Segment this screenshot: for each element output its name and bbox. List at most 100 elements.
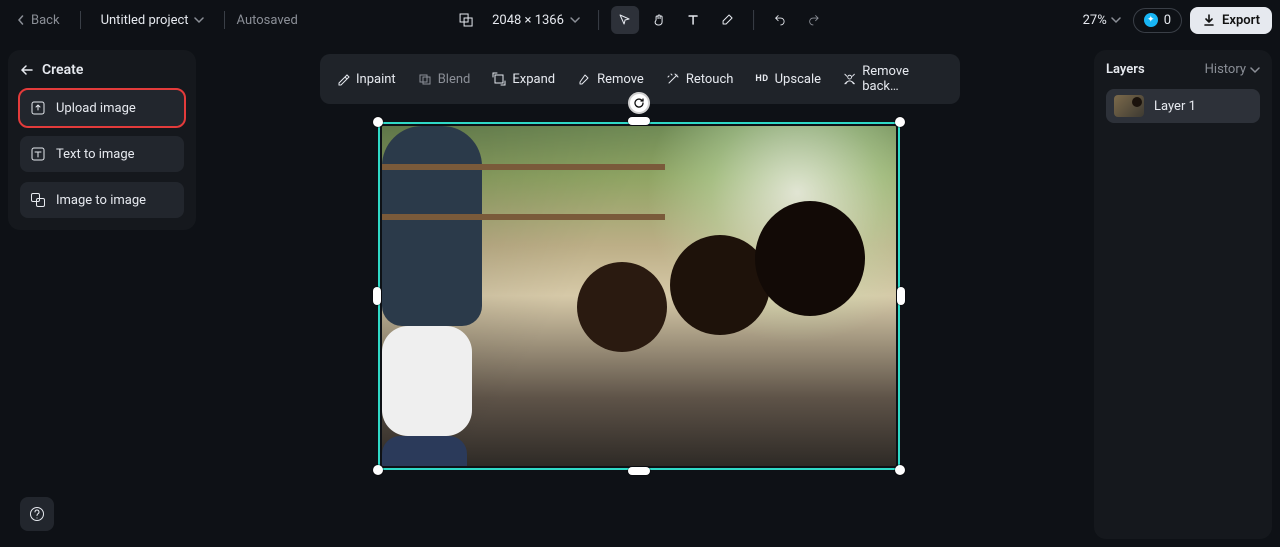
blend-icon — [418, 72, 432, 86]
resize-handle-tl[interactable] — [373, 117, 383, 127]
canvas[interactable] — [378, 122, 900, 470]
remove-bg-icon — [843, 72, 856, 86]
history-button[interactable]: History — [1205, 62, 1260, 77]
divider — [598, 10, 599, 30]
eraser-icon — [577, 72, 591, 86]
credits-value: 0 — [1164, 13, 1171, 28]
chevron-left-icon — [16, 15, 26, 25]
chevron-down-icon — [1250, 65, 1260, 75]
divider — [753, 10, 754, 30]
back-arrow-icon[interactable] — [20, 63, 34, 77]
download-icon — [1202, 13, 1216, 27]
layer-thumbnail — [1114, 95, 1144, 117]
photo-shape — [382, 436, 467, 466]
tool-remove-background[interactable]: Remove back… — [833, 58, 954, 100]
layers-header: Layers History — [1106, 62, 1260, 77]
tool-label: Upscale — [775, 72, 821, 87]
history-label: History — [1205, 62, 1246, 77]
resize-canvas-button[interactable] — [452, 6, 480, 34]
tool-label: Inpaint — [356, 72, 396, 87]
tool-upscale[interactable]: HD Upscale — [745, 66, 831, 93]
create-item-label: Upload image — [56, 101, 136, 116]
divider — [80, 11, 81, 29]
image-to-image-icon — [30, 192, 46, 208]
photo-shape — [382, 126, 482, 326]
create-item-text-to-image[interactable]: Text to image — [20, 136, 184, 172]
brush-tool-button[interactable] — [713, 6, 741, 34]
layer-row[interactable]: Layer 1 — [1106, 89, 1260, 123]
resize-handle-mt[interactable] — [628, 117, 650, 125]
divider — [224, 11, 225, 29]
upload-image-icon — [30, 100, 46, 116]
photo-shape — [755, 201, 865, 316]
hd-icon: HD — [755, 74, 768, 84]
tool-remove[interactable]: Remove — [567, 66, 654, 93]
create-item-label: Text to image — [56, 147, 135, 162]
resize-handle-mr[interactable] — [897, 287, 905, 305]
topbar-right: 27% ✦ 0 Export — [1079, 7, 1272, 34]
credits-icon: ✦ — [1144, 13, 1158, 27]
help-button[interactable] — [20, 497, 54, 531]
undo-icon — [773, 13, 787, 27]
credits-button[interactable]: ✦ 0 — [1133, 8, 1182, 33]
layers-panel: Layers History Layer 1 — [1094, 50, 1272, 539]
create-item-upload-image[interactable]: Upload image — [20, 90, 184, 126]
layer-image[interactable] — [382, 126, 896, 466]
layers-title: Layers — [1106, 62, 1145, 77]
resize-handle-tr[interactable] — [895, 117, 905, 127]
zoom-button[interactable]: 27% — [1079, 13, 1125, 28]
text-tool-button[interactable] — [679, 6, 707, 34]
tool-expand[interactable]: Expand — [482, 66, 565, 93]
hand-tool-button[interactable] — [645, 6, 673, 34]
create-title: Create — [42, 62, 83, 78]
tool-label: Expand — [512, 72, 555, 87]
back-button[interactable]: Back — [8, 9, 68, 32]
chevron-down-icon — [194, 15, 204, 25]
create-item-image-to-image[interactable]: Image to image — [20, 182, 184, 218]
tool-label: Remove — [597, 72, 644, 87]
export-button[interactable]: Export — [1190, 7, 1272, 34]
rotate-handle[interactable] — [628, 92, 650, 114]
zoom-value: 27% — [1083, 13, 1107, 28]
text-to-image-icon — [30, 146, 46, 162]
topbar-center: 2048 × 1366 — [452, 6, 828, 34]
project-name: Untitled project — [101, 13, 189, 28]
autosaved-label: Autosaved — [237, 13, 298, 28]
tool-label: Remove back… — [862, 64, 944, 94]
help-icon — [29, 506, 45, 522]
resize-handle-mb[interactable] — [628, 467, 650, 475]
undo-button[interactable] — [766, 6, 794, 34]
retouch-icon — [666, 72, 680, 86]
tool-retouch[interactable]: Retouch — [656, 66, 744, 93]
canvas-dimensions-button[interactable]: 2048 × 1366 — [486, 13, 586, 28]
canvas-dimensions: 2048 × 1366 — [492, 13, 564, 28]
photo-shape — [382, 326, 472, 436]
tool-label: Retouch — [686, 72, 734, 87]
select-tool-button[interactable] — [611, 6, 639, 34]
project-name-button[interactable]: Untitled project — [93, 9, 212, 32]
rotate-icon — [633, 97, 645, 109]
topbar-left: Back Untitled project Autosaved — [8, 9, 298, 32]
expand-icon — [492, 72, 506, 86]
photo-shape — [577, 262, 667, 352]
redo-icon — [807, 13, 821, 27]
tool-blend: Blend — [408, 66, 481, 93]
chevron-down-icon — [1111, 15, 1121, 25]
inpaint-icon — [336, 72, 350, 86]
redo-button[interactable] — [800, 6, 828, 34]
resize-handle-ml[interactable] — [373, 287, 381, 305]
back-label: Back — [31, 13, 60, 28]
export-label: Export — [1222, 13, 1260, 28]
resize-icon — [458, 12, 474, 28]
resize-handle-bl[interactable] — [373, 465, 383, 475]
chevron-down-icon — [570, 15, 580, 25]
tool-label: Blend — [438, 72, 471, 87]
create-header: Create — [20, 62, 184, 78]
resize-handle-br[interactable] — [895, 465, 905, 475]
create-item-label: Image to image — [56, 193, 146, 208]
brush-icon — [720, 13, 734, 27]
create-panel: Create Upload image Text to image Image … — [8, 50, 196, 230]
hand-icon — [652, 13, 666, 27]
text-icon — [686, 13, 700, 27]
tool-inpaint[interactable]: Inpaint — [326, 66, 406, 93]
